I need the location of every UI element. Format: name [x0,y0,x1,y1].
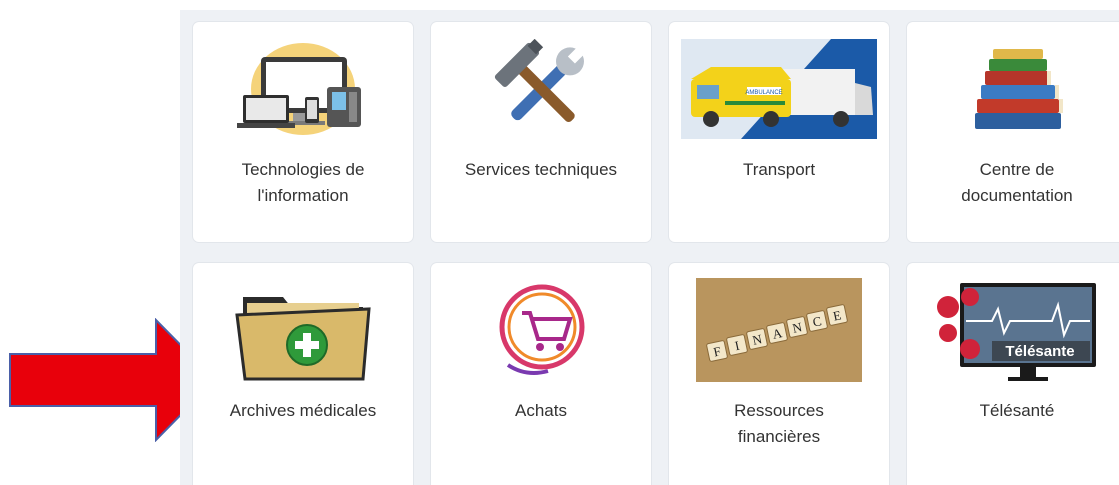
wrench-hammer-icon [431,34,651,144]
tile-label: Ressources financières [734,401,824,446]
tile-transport[interactable]: AMBULANCE Transport [669,22,889,242]
svg-text:AMBULANCE: AMBULANCE [745,90,782,96]
tile-label: Archives médicales [229,401,377,420]
finance-letter-tile: A [766,322,788,344]
finance-letter-tile: N [786,316,808,338]
tile-technologies-information[interactable]: Technologies de l'information [193,22,413,242]
finance-letter-tile: E [826,304,848,326]
tile-archives-medicales[interactable]: Archives médicales [193,263,413,485]
tile-centre-documentation[interactable]: Centre de documentation [907,22,1119,242]
ambulance-icon: AMBULANCE [669,34,889,144]
tile-telesante[interactable]: Télésante Télésanté [907,263,1119,485]
finance-letter-tile: C [806,310,828,332]
finance-letter-tile: F [706,340,728,362]
tile-label: Centre de documentation [961,160,1073,205]
folder-add-icon [193,275,413,385]
applications-grid: Technologies de l'information Services t… [180,10,1119,485]
tile-services-techniques[interactable]: Services techniques [431,22,651,242]
telehealth-monitor-icon: Télésante [907,275,1119,385]
finance-letter-tile: N [746,328,768,350]
tile-ressources-financieres[interactable]: FINANCE Ressources financières [669,263,889,485]
computer-devices-icon [193,34,413,144]
svg-text:Télésante: Télésante [1005,343,1074,360]
tile-label: Achats [515,401,567,420]
tile-label: Transport [742,160,816,179]
tile-label: Services techniques [464,160,618,179]
tile-label: Technologies de l'information [241,160,365,205]
tile-label: Télésanté [979,401,1055,420]
finance-letter-tile: I [726,334,748,356]
finance-tiles-icon: FINANCE [669,275,889,385]
tile-achats[interactable]: Achats [431,263,651,485]
books-stack-icon [907,34,1119,144]
shopping-cart-icon [431,275,651,385]
